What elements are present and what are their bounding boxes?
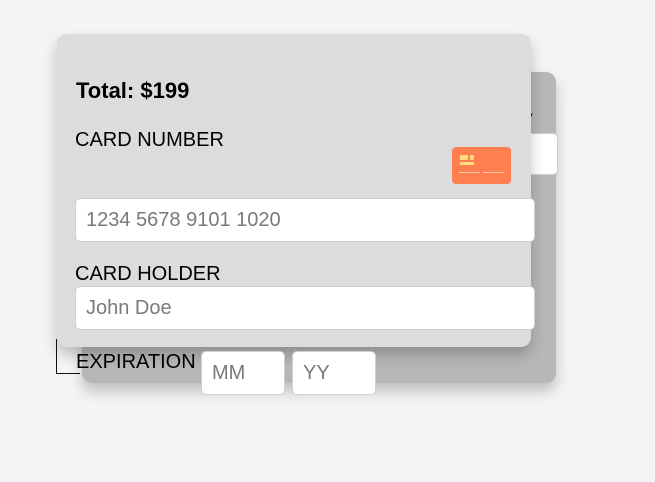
card-number-line-icon [483, 172, 504, 173]
card-number-label: CARD NUMBER [75, 129, 224, 151]
total-amount: Total: $199 [76, 78, 190, 103]
card-number-line-icon [459, 172, 480, 173]
expiration-year-input[interactable] [292, 351, 376, 395]
card-number-input[interactable] [75, 198, 535, 242]
card-holder-label: CARD HOLDER [75, 263, 221, 285]
card-holder-input[interactable] [75, 286, 535, 330]
card-chip-icon-line [460, 162, 474, 165]
card-chip-icon [460, 155, 468, 160]
card-chip-icon-part [470, 155, 474, 160]
expiration-label: EXPIRATION [76, 351, 196, 373]
credit-card-icon [452, 147, 511, 184]
expiration-month-input[interactable] [201, 351, 285, 395]
